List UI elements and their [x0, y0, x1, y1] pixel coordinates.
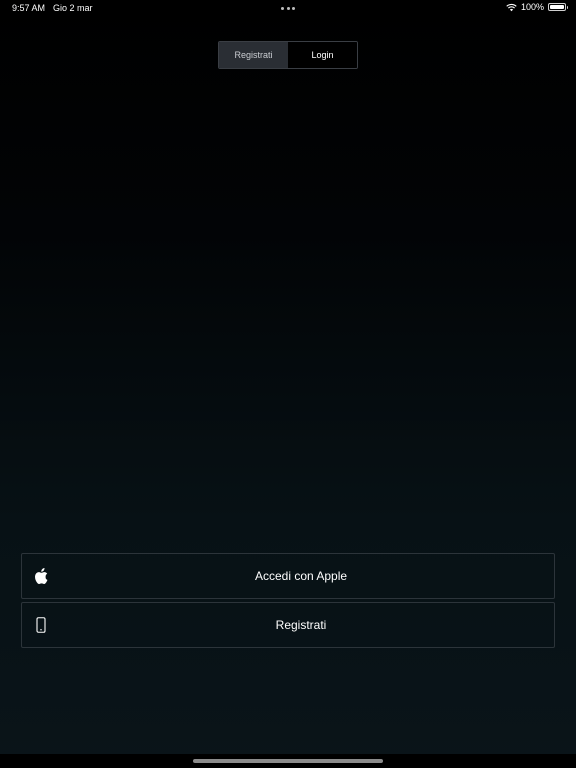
register-button[interactable]: Registrati	[21, 602, 555, 648]
status-time: 9:57 AM	[12, 3, 46, 13]
sign-in-with-apple-button[interactable]: Accedi con Apple	[21, 553, 555, 599]
auth-mode-segmented-control: Registrati Login	[218, 41, 358, 69]
status-bar: 9:57 AM Gio 2 mar 100%	[0, 0, 576, 18]
battery-percent: 100%	[520, 2, 544, 12]
battery-fill	[550, 5, 564, 9]
battery-icon	[548, 3, 568, 11]
app-screen: 9:57 AM Gio 2 mar 100% Registrati Login	[0, 0, 576, 768]
wifi-icon	[506, 3, 517, 11]
multitasking-dots-icon[interactable]	[281, 7, 295, 10]
segment-registrati[interactable]: Registrati	[219, 42, 288, 68]
phone-icon	[32, 615, 50, 635]
status-date: Gio 2 mar	[53, 3, 93, 13]
apple-icon	[32, 566, 50, 586]
apple-button-label: Accedi con Apple	[254, 569, 348, 583]
segment-login[interactable]: Login	[288, 42, 357, 68]
register-button-label: Registrati	[275, 618, 327, 632]
status-right: 100%	[506, 2, 568, 12]
home-indicator[interactable]	[193, 759, 383, 763]
